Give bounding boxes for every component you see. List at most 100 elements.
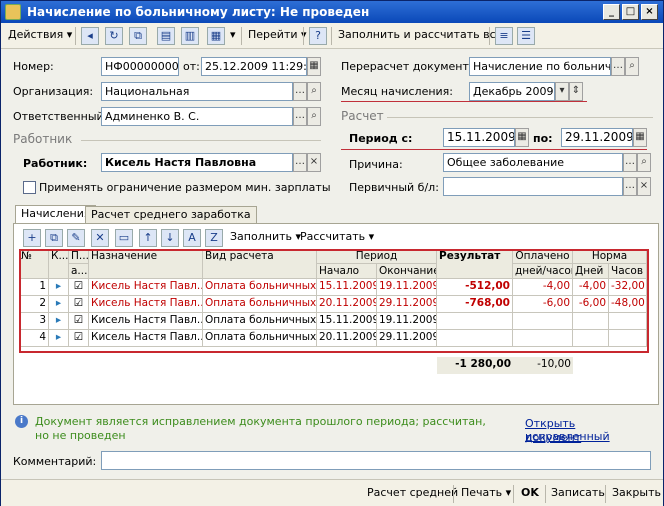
toolbar-separator <box>241 27 242 45</box>
goto-menu[interactable]: Перейти ▾ <box>245 26 310 46</box>
maximize-button[interactable]: □ <box>622 4 639 20</box>
document-window: Начисление по больничному листу: Не пров… <box>0 0 664 506</box>
min-wage-limit-checkbox[interactable] <box>23 181 36 194</box>
back-arrow-icon[interactable]: ◂ <box>81 27 99 45</box>
selection-highlight <box>19 249 649 353</box>
structure-dropdown[interactable]: ▾ <box>227 26 239 46</box>
select-button[interactable]: … <box>293 82 307 101</box>
print-menu[interactable]: Печать ▾ <box>457 484 515 504</box>
search-icon[interactable]: ⌕ <box>307 82 321 101</box>
organization-label: Организация: <box>13 85 94 98</box>
ok-button[interactable]: OK <box>517 484 543 504</box>
number-field[interactable]: НФ000000006 <box>101 57 179 76</box>
section-divider <box>81 140 321 141</box>
select-button[interactable]: … <box>293 107 307 126</box>
period-from-label: Период с: <box>349 132 413 145</box>
close-button[interactable]: × <box>641 4 658 20</box>
period-to-field[interactable]: 29.11.2009 <box>561 128 633 147</box>
edit-row-icon[interactable]: ✎ <box>67 229 85 247</box>
sort-asc-icon[interactable]: A <box>183 229 201 247</box>
search-icon[interactable]: ⌕ <box>307 107 321 126</box>
copy-icon[interactable]: ⧉ <box>129 27 147 45</box>
copy-row-icon[interactable]: ⧉ <box>45 229 63 247</box>
refresh-icon[interactable]: ↻ <box>105 27 123 45</box>
info-message-line1: Документ является исправлением документа… <box>35 415 486 428</box>
title-bar: Начисление по больничному листу: Не пров… <box>1 1 663 23</box>
worker-label: Работник: <box>23 157 88 170</box>
average-calc-button[interactable]: Расчет средней <box>363 484 462 504</box>
total-result: -1 280,00 <box>437 357 513 374</box>
add-row-icon[interactable]: + <box>23 229 41 247</box>
fill-calc-all-button[interactable]: Заполнить и рассчитать все <box>335 26 505 46</box>
date-field[interactable]: 25.12.2009 11:29:54 <box>201 57 307 76</box>
date-from-label: от: <box>183 60 200 73</box>
worker-field[interactable]: Кисель Настя Павловна <box>101 153 293 172</box>
responsible-field[interactable]: Админенко В. С. <box>101 107 293 126</box>
delete-row-icon[interactable]: ✕ <box>91 229 109 247</box>
worker-section-title: Работник <box>13 132 73 146</box>
select-button[interactable]: … <box>611 57 625 76</box>
calendar-icon[interactable]: ▦ <box>307 57 321 76</box>
fill-menu[interactable]: Заполнить ▾ <box>227 228 304 248</box>
chevron-down-icon[interactable]: ▾ <box>555 82 569 101</box>
select-button[interactable]: … <box>293 153 307 172</box>
info-message-line2: но не проведен <box>35 429 126 442</box>
toolbar-separator <box>489 27 490 45</box>
section-divider <box>387 117 653 118</box>
move-down-icon[interactable]: ↓ <box>161 229 179 247</box>
window-title: Начисление по больничному листу: Не пров… <box>27 5 370 19</box>
toolbar-separator <box>605 485 606 503</box>
clear-icon[interactable]: × <box>637 177 651 196</box>
tab-average-earnings[interactable]: Расчет среднего заработка <box>85 206 257 224</box>
save-button[interactable]: Записать <box>547 484 609 504</box>
calc-section-title: Расчет <box>341 109 384 123</box>
minimize-button[interactable]: _ <box>603 4 620 20</box>
month-field[interactable]: Декабрь 2009 <box>469 82 555 101</box>
total-paid: -10,00 <box>513 357 573 374</box>
comment-label: Комментарий: <box>13 455 97 468</box>
required-underline <box>341 149 647 150</box>
calendar-icon[interactable]: ▦ <box>633 128 647 147</box>
end-edit-icon[interactable]: ▭ <box>115 229 133 247</box>
recalc-label: Перерасчет документа: <box>341 60 480 73</box>
organization-field[interactable]: Национальная <box>101 82 293 101</box>
comment-field[interactable] <box>101 451 651 470</box>
toolbar-separator <box>545 485 546 503</box>
spin-icon[interactable]: ⇕ <box>569 82 583 101</box>
search-icon[interactable]: ⌕ <box>637 153 651 172</box>
clear-icon[interactable]: × <box>307 153 321 172</box>
period-to-label: по: <box>533 132 553 145</box>
reason-label: Причина: <box>349 158 403 171</box>
min-wage-limit-label: Применять ограничение размером мин. зарп… <box>39 181 331 194</box>
responsible-label: Ответственный: <box>13 110 108 123</box>
info-icon: i <box>15 415 28 428</box>
help-icon[interactable]: ? <box>309 27 327 45</box>
actions-menu[interactable]: Действия ▾ <box>5 26 75 46</box>
open-corrected-link-line2[interactable]: документ <box>525 431 581 444</box>
calculate-menu[interactable]: Рассчитать ▾ <box>297 228 377 248</box>
primary-sick-leave-field[interactable] <box>443 177 623 196</box>
select-button[interactable]: … <box>623 177 637 196</box>
structure-icon[interactable]: ▦ <box>207 27 225 45</box>
number-label: Номер: <box>13 60 54 73</box>
post-document-icon[interactable]: ▤ <box>157 27 175 45</box>
month-label: Месяц начисления: <box>341 85 453 98</box>
calendar-icon[interactable]: ▦ <box>515 128 529 147</box>
move-up-icon[interactable]: ↑ <box>139 229 157 247</box>
list-view-icon[interactable]: ≡ <box>495 27 513 45</box>
reason-field[interactable]: Общее заболевание <box>443 153 623 172</box>
sort-desc-icon[interactable]: Z <box>205 229 223 247</box>
close-form-button[interactable]: Закрыть <box>608 484 664 504</box>
recalc-field[interactable]: Начисление по больничном <box>469 57 611 76</box>
toolbar-separator <box>75 27 76 45</box>
select-button[interactable]: … <box>623 153 637 172</box>
required-underline <box>341 101 587 102</box>
period-from-field[interactable]: 15.11.2009 <box>443 128 515 147</box>
unpost-icon[interactable]: ▥ <box>181 27 199 45</box>
settings-list-icon[interactable]: ☰ <box>517 27 535 45</box>
toolbar: Действия ▾ ◂ ↻ ⧉ ▤ ▥ ▦ ▾ Перейти ▾ ? Зап… <box>1 23 663 49</box>
toolbar-separator <box>453 485 454 503</box>
toolbar-separator <box>303 27 304 45</box>
primary-sick-leave-label: Первичный б/л: <box>349 181 439 194</box>
search-icon[interactable]: ⌕ <box>625 57 639 76</box>
